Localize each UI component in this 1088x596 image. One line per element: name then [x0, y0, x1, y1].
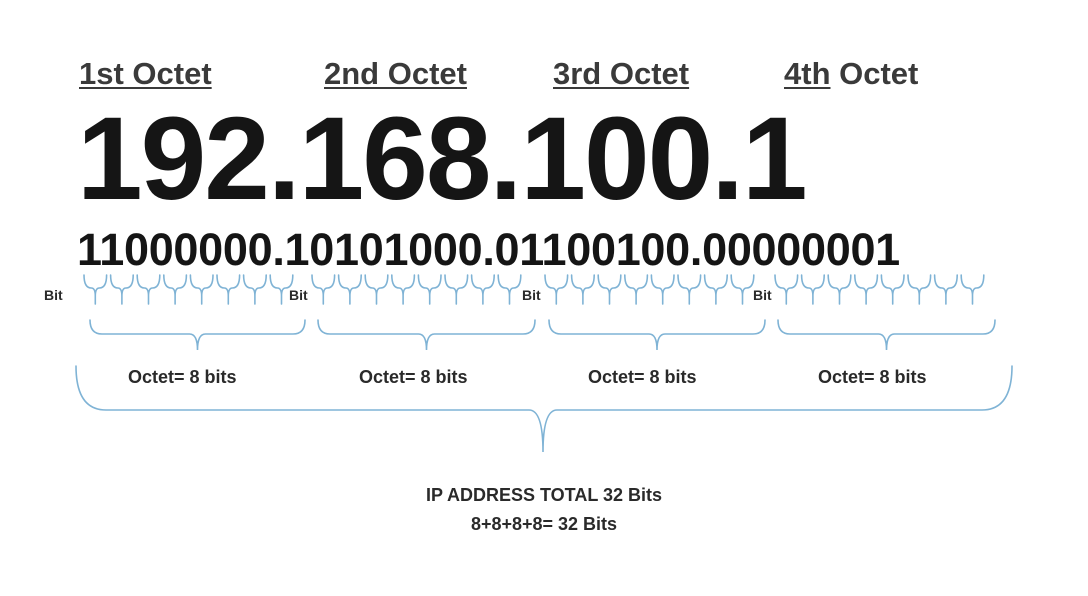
octet-brace-4 — [777, 319, 996, 351]
bit-brace-2-3 — [364, 274, 389, 305]
bit-brace-4-2 — [800, 274, 825, 305]
bit-label-2: Bit — [289, 287, 308, 303]
bit-brace-4-1 — [774, 274, 799, 305]
total-bits-label: IP ADDRESS TOTAL 32 Bits — [425, 485, 663, 505]
total-sum-label: 8+8+8+8= 32 Bits — [470, 514, 618, 534]
bit-label-3: Bit — [522, 287, 541, 303]
bit-brace-3-1 — [544, 274, 569, 305]
octet-brace-3 — [548, 319, 766, 351]
octet-size-label-3: Octet= 8 bits — [588, 367, 697, 387]
bit-brace-2-1 — [311, 274, 336, 305]
octet-brace-2 — [317, 319, 536, 351]
bit-label-4: Bit — [753, 287, 772, 303]
bit-brace-1-1 — [83, 274, 108, 305]
bit-brace-2-8 — [497, 274, 522, 305]
octet-size-label-1: Octet= 8 bits — [128, 367, 237, 387]
bit-brace-3-7 — [703, 274, 728, 305]
octet-size-label-2: Octet= 8 bits — [359, 367, 468, 387]
bit-brace-3-2 — [570, 274, 595, 305]
bit-brace-2-2 — [337, 274, 362, 305]
bit-brace-4-3 — [827, 274, 852, 305]
bit-label-1: Bit — [44, 287, 63, 303]
bit-brace-1-6 — [216, 274, 241, 305]
bit-brace-2-7 — [470, 274, 495, 305]
bit-brace-3-4 — [624, 274, 649, 305]
bit-brace-4-7 — [933, 274, 958, 305]
bit-brace-2-6 — [444, 274, 469, 305]
octet-brace-1 — [89, 319, 306, 351]
bit-brace-3-6 — [677, 274, 702, 305]
bracket-diagram — [75, 274, 1013, 453]
bit-brace-3-3 — [597, 274, 622, 305]
bit-brace-2-5 — [417, 274, 442, 305]
bit-brace-2-4 — [391, 274, 416, 305]
bit-brace-3-5 — [650, 274, 675, 305]
bit-brace-3-8 — [730, 274, 755, 305]
bit-brace-1-7 — [242, 274, 267, 305]
bit-brace-1-4 — [163, 274, 188, 305]
bit-brace-1-5 — [189, 274, 214, 305]
bit-brace-1-2 — [109, 274, 134, 305]
bit-brace-4-5 — [880, 274, 905, 305]
bit-brace-4-6 — [907, 274, 932, 305]
bit-brace-4-8 — [960, 274, 985, 305]
bit-brace-4-4 — [854, 274, 879, 305]
bit-brace-1-3 — [136, 274, 161, 305]
octet-size-label-4: Octet= 8 bits — [818, 367, 927, 387]
